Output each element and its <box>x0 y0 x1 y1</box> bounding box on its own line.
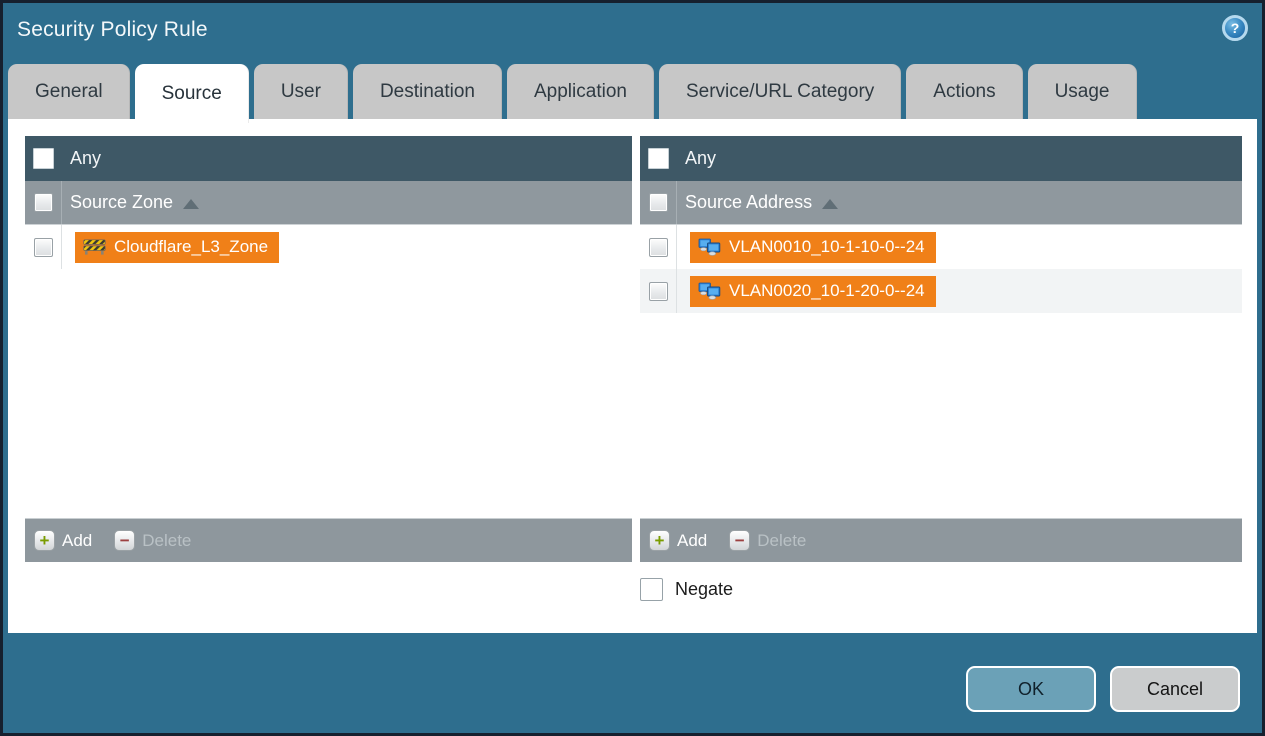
negate-label: Negate <box>675 579 734 599</box>
dialog-titlebar: Security Policy Rule ? <box>3 3 1262 64</box>
tab-bar: General Source User Destination Application S… <box>8 64 1137 123</box>
tab-service-url-category[interactable]: Service/URL Category <box>658 64 902 119</box>
add-label: Add <box>62 530 93 550</box>
row-checkbox-cell <box>25 225 62 269</box>
add-icon: + <box>34 530 55 551</box>
sort-ascending-icon <box>183 198 200 209</box>
dialog-buttons: OK Cancel <box>966 666 1240 712</box>
tab-destination[interactable]: Destination <box>352 64 502 119</box>
delete-label: Delete <box>142 530 192 550</box>
delete-label: Delete <box>757 530 807 550</box>
source-zone-add-button[interactable]: + Add <box>34 530 92 551</box>
cancel-button[interactable]: Cancel <box>1110 666 1240 712</box>
zone-icon <box>83 239 106 255</box>
object-label: VLAN0010_10-1-10-0--24 <box>729 237 925 256</box>
source-address-column-header[interactable]: Source Address <box>640 181 1242 225</box>
source-zone-toolbar: + Add − Delete <box>25 518 632 562</box>
object-label: VLAN0020_10-1-20-0--24 <box>729 281 925 300</box>
row-checkbox[interactable] <box>648 237 668 257</box>
source-zone-delete-button[interactable]: − Delete <box>114 530 191 551</box>
source-address-any-checkbox[interactable] <box>648 148 669 169</box>
source-address-toolbar: + Add − Delete <box>640 518 1242 562</box>
source-zone-list: Cloudflare_L3_Zone <box>25 225 632 518</box>
tab-content-source: Any Source Zone Cloudflare_L3_Zone + Add <box>8 119 1257 633</box>
object-chip[interactable]: VLAN0020_10-1-20-0--24 <box>690 275 936 307</box>
list-item[interactable]: VLAN0020_10-1-20-0--24 <box>640 269 1242 313</box>
source-zone-any-header: Any <box>25 136 632 181</box>
object-label: Cloudflare_L3_Zone <box>114 237 269 256</box>
tab-usage[interactable]: Usage <box>1027 64 1137 119</box>
source-address-delete-button[interactable]: − Delete <box>729 530 806 551</box>
address-icon <box>698 238 721 256</box>
negate-row: Negate <box>640 578 733 601</box>
negate-checkbox[interactable] <box>640 578 663 601</box>
source-zone-column-header[interactable]: Source Zone <box>25 181 632 225</box>
row-checkbox-cell <box>640 225 677 269</box>
ok-button[interactable]: OK <box>966 666 1096 712</box>
delete-icon: − <box>114 530 136 551</box>
row-checkbox-cell <box>640 269 677 313</box>
object-chip[interactable]: Cloudflare_L3_Zone <box>75 231 280 263</box>
help-icon[interactable]: ? <box>1222 15 1248 41</box>
source-address-any-header: Any <box>640 136 1242 181</box>
tab-general[interactable]: General <box>8 64 130 119</box>
row-checkbox[interactable] <box>648 281 668 301</box>
dialog-title: Security Policy Rule <box>17 18 208 41</box>
source-address-any-label: Any <box>685 148 717 168</box>
delete-icon: − <box>729 530 751 551</box>
sort-ascending-icon <box>822 198 839 209</box>
source-zone-any-label: Any <box>70 148 102 168</box>
panels-container: Any Source Zone Cloudflare_L3_Zone + Add <box>25 136 1242 562</box>
tab-user[interactable]: User <box>253 64 348 119</box>
list-item[interactable]: Cloudflare_L3_Zone <box>25 225 632 269</box>
add-label: Add <box>677 530 708 550</box>
security-policy-rule-dialog: Security Policy Rule ? General Source User… <box>0 0 1265 736</box>
object-chip[interactable]: VLAN0010_10-1-10-0--24 <box>690 231 936 263</box>
tab-application[interactable]: Application <box>507 64 654 119</box>
address-icon <box>698 282 721 300</box>
row-checkbox[interactable] <box>33 237 53 257</box>
list-item[interactable]: VLAN0010_10-1-10-0--24 <box>640 225 1242 269</box>
source-address-select-all-checkbox[interactable] <box>648 193 668 212</box>
source-address-column-label: Source Address <box>685 192 813 212</box>
source-address-add-button[interactable]: + Add <box>649 530 707 551</box>
source-zone-select-all-checkbox[interactable] <box>33 193 53 212</box>
add-icon: + <box>649 530 670 551</box>
tab-source[interactable]: Source <box>134 64 249 123</box>
tab-actions[interactable]: Actions <box>906 64 1023 119</box>
source-zone-panel: Any Source Zone Cloudflare_L3_Zone + Add <box>25 136 632 562</box>
source-zone-any-checkbox[interactable] <box>33 148 54 169</box>
source-address-list: VLAN0010_10-1-10-0--24 VLAN0020_10-1-20-0… <box>640 225 1242 518</box>
source-zone-column-label: Source Zone <box>70 192 174 212</box>
source-address-panel: Any Source Address VLAN0010_10-1-10-0--2… <box>640 136 1242 562</box>
